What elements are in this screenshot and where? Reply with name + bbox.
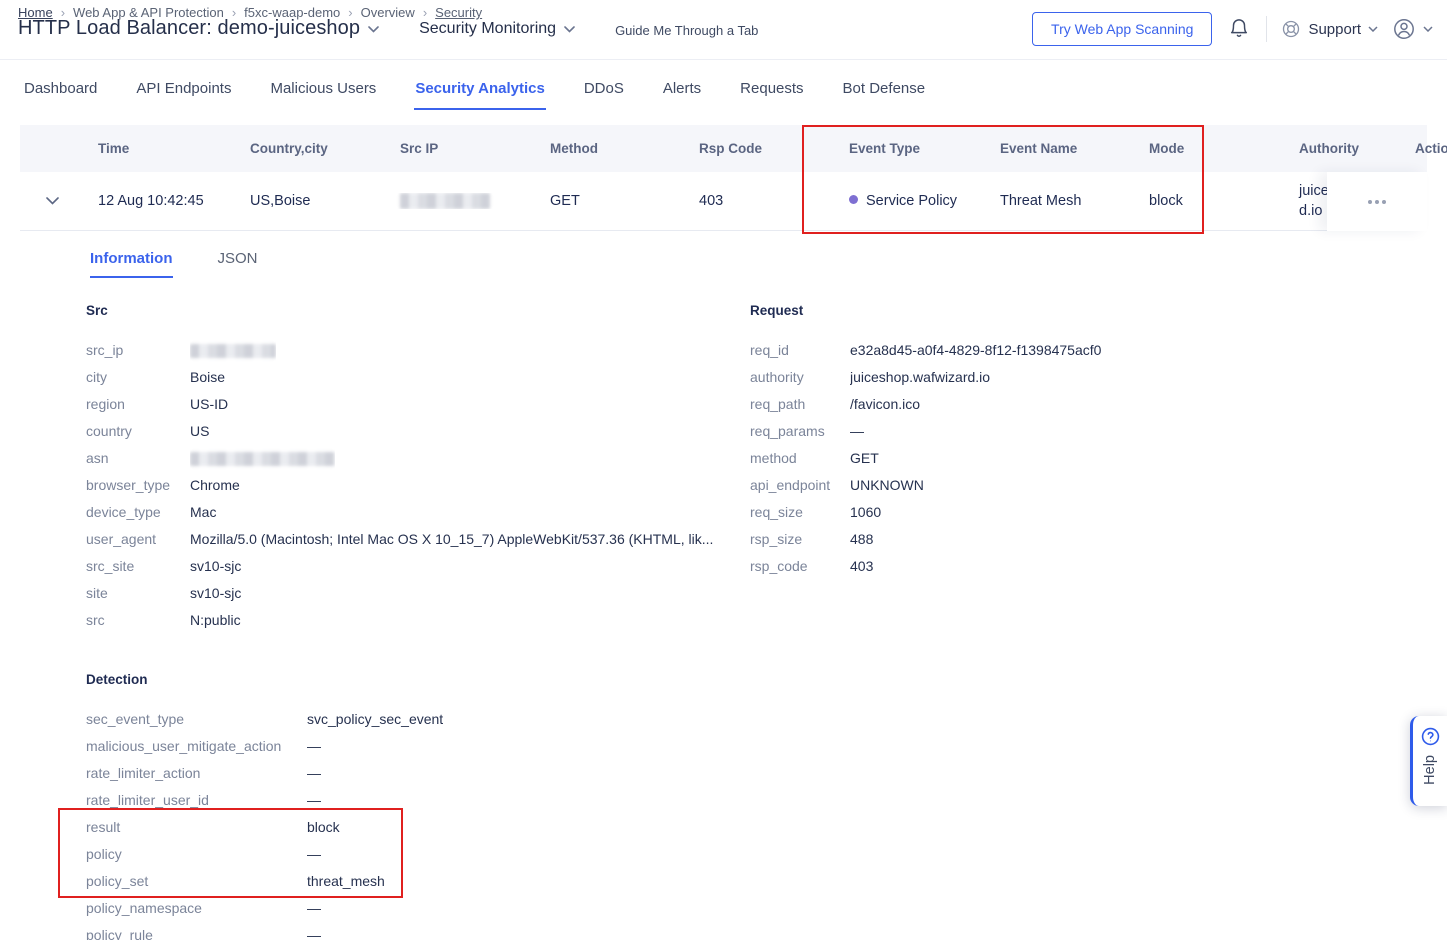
field-row: srcN:public (86, 607, 741, 634)
field-row: sec_event_typesvc_policy_sec_event (86, 706, 741, 733)
row-event-name: Threat Mesh (980, 193, 1129, 209)
detail-tab-information[interactable]: Information (90, 250, 173, 278)
column-header-actions: Actions (1389, 141, 1447, 156)
row-country-city: US,Boise (230, 193, 380, 209)
title-row: HTTP Load Balancer: demo-juiceshop Secur… (18, 17, 758, 40)
tab-alerts[interactable]: Alerts (662, 70, 702, 110)
user-avatar-icon (1392, 17, 1416, 41)
row-event-type: Service Policy (829, 193, 980, 209)
row-method: GET (530, 193, 679, 209)
table-header-row: Time Country,city Src IP Method Rsp Code… (20, 125, 1427, 172)
field-row: browser_typeChrome (86, 472, 741, 499)
help-tab[interactable]: Help (1410, 716, 1447, 806)
field-row: policy_namespace— (86, 895, 741, 922)
top-right-cluster: Try Web App Scanning Support (1032, 12, 1433, 46)
redacted-value (190, 452, 335, 466)
top-bar: Home › Web App & API Protection › f5xc-w… (0, 0, 1447, 60)
support-menu[interactable]: Support (1281, 19, 1378, 39)
field-row: src_sitesv10-sjc (86, 553, 741, 580)
lb-tab-bar: Dashboard API Endpoints Malicious Users … (0, 60, 1447, 120)
guide-me-link[interactable]: Guide Me Through a Tab (615, 20, 758, 38)
field-row: countryUS (86, 418, 741, 445)
tab-requests[interactable]: Requests (739, 70, 804, 110)
view-selector[interactable]: Security Monitoring (419, 20, 575, 38)
field-row: policy_setthreat_mesh (86, 868, 741, 895)
title-chevron-down-icon[interactable] (368, 20, 379, 38)
field-row: malicious_user_mitigate_action— (86, 733, 741, 760)
field-row: req_params— (750, 418, 1310, 445)
row-rsp-code: 403 (679, 193, 829, 209)
event-type-dot-icon (849, 195, 858, 204)
field-row: resultblock (86, 814, 741, 841)
detail-tab-json[interactable]: JSON (218, 250, 258, 278)
tab-dashboard[interactable]: Dashboard (23, 70, 98, 110)
field-row: rsp_size488 (750, 526, 1310, 553)
view-selector-label: Security Monitoring (419, 20, 556, 38)
field-row: req_path/favicon.ico (750, 391, 1310, 418)
field-row: regionUS-ID (86, 391, 741, 418)
row-mode: block (1129, 193, 1279, 209)
help-label: Help (1422, 755, 1438, 785)
src-section: Src src_ip cityBoise regionUS-ID country… (86, 303, 741, 634)
field-row: api_endpointUNKNOWN (750, 472, 1310, 499)
chevron-down-icon (1368, 26, 1378, 32)
section-title-detection: Detection (86, 672, 741, 688)
row-actions-cell (1327, 172, 1427, 231)
row-actions-menu-icon[interactable] (1362, 194, 1392, 210)
column-header-authority: Authority (1279, 139, 1389, 159)
field-row: asn (86, 445, 741, 472)
column-header-event-name: Event Name (980, 141, 1129, 156)
help-question-icon (1421, 727, 1440, 746)
tab-api-endpoints[interactable]: API Endpoints (135, 70, 232, 110)
section-title-src: Src (86, 303, 741, 319)
field-row: cityBoise (86, 364, 741, 391)
field-row: authorityjuiceshop.wafwizard.io (750, 364, 1310, 391)
column-header-src-ip: Src IP (380, 141, 530, 156)
detection-section: Detection sec_event_typesvc_policy_sec_e… (86, 672, 741, 940)
column-header-time: Time (78, 141, 230, 156)
column-header-rsp-code: Rsp Code (679, 141, 829, 156)
event-table-row[interactable]: 12 Aug 10:42:45 US,Boise GET 403 Service… (20, 172, 1427, 231)
redacted-value (190, 344, 276, 358)
tab-malicious-users[interactable]: Malicious Users (269, 70, 377, 110)
field-row: user_agentMozilla/5.0 (Macintosh; Intel … (86, 526, 741, 553)
tab-security-analytics[interactable]: Security Analytics (414, 70, 546, 110)
app-window: Home › Web App & API Protection › f5xc-w… (0, 0, 1447, 940)
field-row: req_ide32a8d45-a0f4-4829-8f12-f1398475ac… (750, 337, 1310, 364)
chevron-down-icon (564, 20, 575, 38)
row-expander-chevron-down-icon[interactable] (46, 193, 59, 209)
field-row: rsp_code403 (750, 553, 1310, 580)
divider (1266, 16, 1267, 42)
column-header-event-type: Event Type (829, 141, 980, 156)
row-src-ip-redacted (380, 193, 530, 209)
try-web-app-scanning-button[interactable]: Try Web App Scanning (1032, 12, 1212, 46)
request-section: Request req_ide32a8d45-a0f4-4829-8f12-f1… (750, 303, 1310, 580)
field-row: src_ip (86, 337, 741, 364)
security-events-table: Time Country,city Src IP Method Rsp Code… (20, 125, 1427, 231)
support-lifering-icon (1281, 19, 1301, 39)
field-row: req_size1060 (750, 499, 1310, 526)
page-title: HTTP Load Balancer: demo-juiceshop (18, 17, 360, 40)
section-title-request: Request (750, 303, 1310, 319)
column-header-mode: Mode (1129, 141, 1279, 156)
field-row: rate_limiter_user_id— (86, 787, 741, 814)
redacted-value (400, 193, 490, 209)
column-header-country-city: Country,city (230, 141, 380, 156)
field-row: device_typeMac (86, 499, 741, 526)
column-header-method: Method (530, 141, 679, 156)
field-row: policy— (86, 841, 741, 868)
chevron-down-icon (1423, 26, 1433, 32)
account-menu[interactable] (1392, 17, 1433, 41)
tab-bot-defense[interactable]: Bot Defense (842, 70, 927, 110)
tab-ddos[interactable]: DDoS (583, 70, 625, 110)
field-row: methodGET (750, 445, 1310, 472)
row-time: 12 Aug 10:42:45 (78, 193, 230, 209)
support-label: Support (1308, 21, 1361, 38)
field-row: policy_rule— (86, 922, 741, 940)
field-row: rate_limiter_action— (86, 760, 741, 787)
field-row: sitesv10-sjc (86, 580, 741, 607)
notifications-bell-icon[interactable] (1226, 16, 1252, 42)
detail-tab-bar: Information JSON (90, 250, 258, 278)
